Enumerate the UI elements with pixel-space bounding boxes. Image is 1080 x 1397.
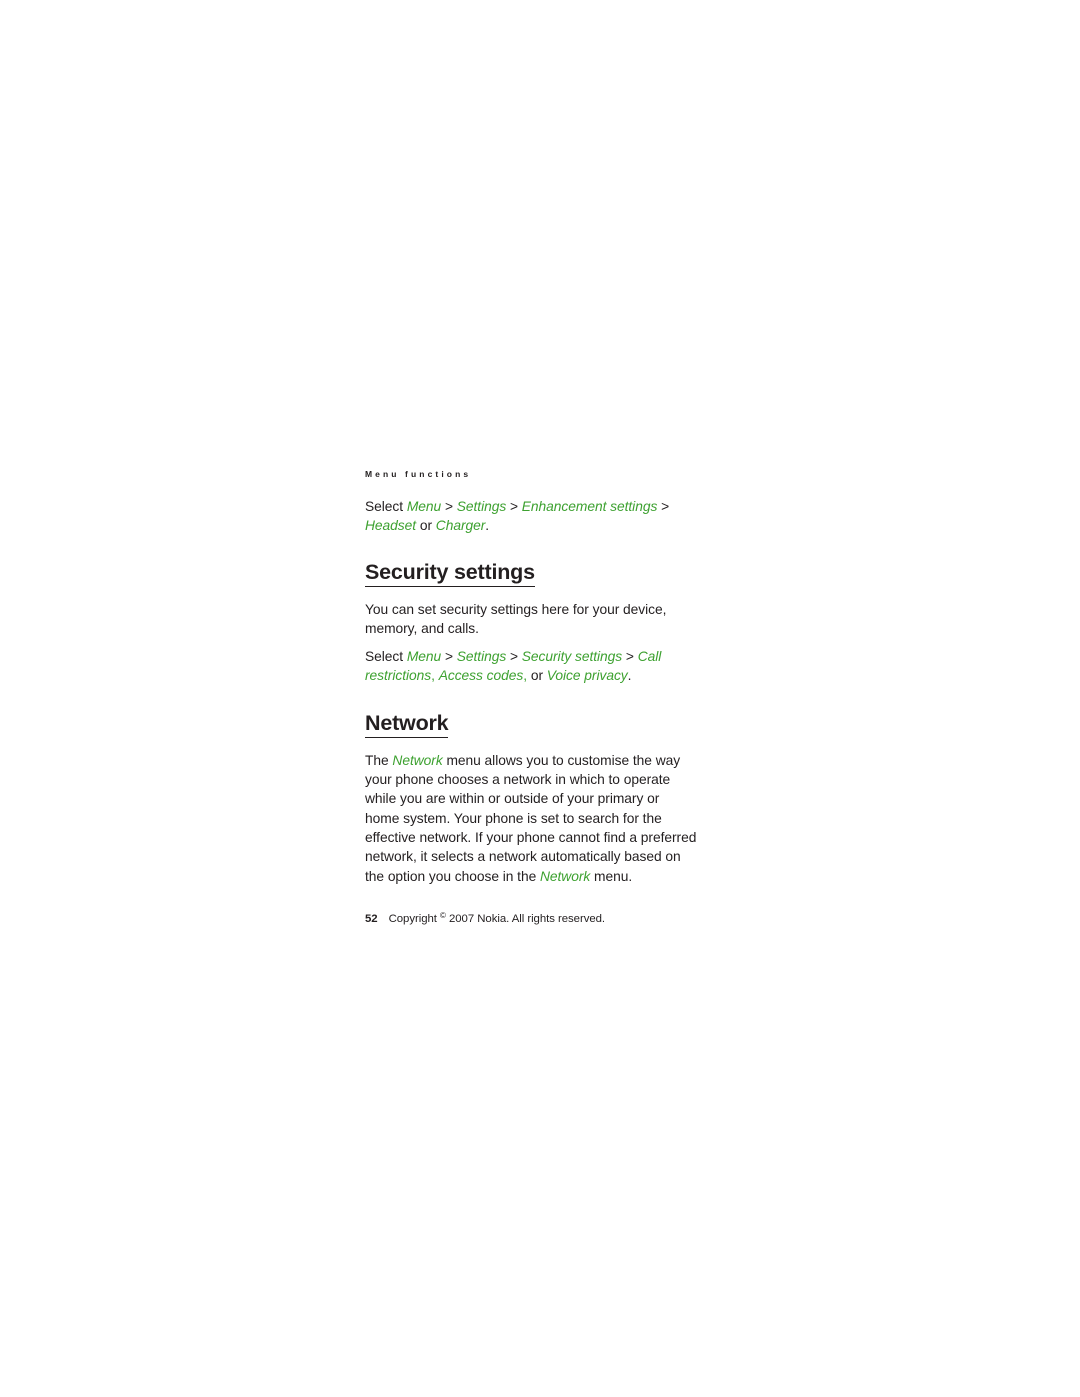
conjunction-or: or	[416, 518, 436, 534]
paragraph-text: menu allows you to customise the way you…	[365, 752, 697, 884]
sentence-period: .	[485, 518, 490, 534]
network-paragraph: The Network menu allows you to customise…	[365, 751, 697, 886]
security-settings-select-path: Select Menu > Settings > Security settin…	[365, 647, 697, 686]
menu-term-voice-privacy: Voice privacy	[546, 668, 628, 684]
sentence-period: .	[627, 668, 632, 684]
heading-security-settings: Security settings	[365, 559, 535, 587]
heading-network: Network	[365, 710, 449, 738]
path-separator: >	[506, 649, 522, 665]
menu-term-network: Network	[392, 752, 443, 768]
paragraph-text: menu.	[590, 868, 633, 884]
menu-term-menu: Menu	[406, 649, 442, 665]
menu-term-menu: Menu	[406, 499, 442, 514]
select-lead: Select	[365, 649, 407, 665]
page-footer: 52 Copyright © 2007 Nokia. All rights res…	[365, 908, 697, 927]
menu-term-access-codes: Access codes	[438, 668, 524, 684]
path-separator: >	[441, 649, 457, 665]
menu-term-headset: Headset	[365, 518, 417, 534]
running-header: Menu functions	[365, 469, 472, 479]
menu-term-enhancement-settings: Enhancement settings	[521, 499, 658, 514]
menu-term-settings: Settings	[456, 649, 507, 665]
security-settings-paragraph: You can set security settings here for y…	[365, 601, 667, 636]
page-number: 52	[365, 912, 378, 925]
menu-term-network: Network	[539, 868, 591, 884]
paragraph-text: The	[365, 752, 393, 768]
network-heading-wrap: Network	[365, 710, 697, 744]
copyright-text: 2007 Nokia. All rights reserved.	[445, 912, 606, 925]
conjunction-or: or	[527, 668, 547, 684]
menu-term-charger: Charger	[435, 518, 486, 534]
security-settings-heading-wrap: Security settings	[365, 559, 697, 593]
path-separator: >	[441, 499, 457, 514]
select-lead: Select	[365, 499, 407, 514]
path-separator: >	[657, 499, 670, 514]
path-separator: >	[506, 499, 522, 514]
document-page: Menu functions Select Menu > Settings > …	[0, 0, 1080, 1397]
content-column: Menu functions Select Menu > Settings > …	[365, 468, 697, 927]
menu-term-security-settings: Security settings	[521, 649, 623, 665]
enhancement-settings-select-path: Select Menu > Settings > Enhancement set…	[365, 497, 697, 536]
path-separator: >	[622, 649, 638, 665]
menu-term-settings: Settings	[456, 499, 507, 514]
copyright-prefix: Copyright	[388, 912, 440, 925]
